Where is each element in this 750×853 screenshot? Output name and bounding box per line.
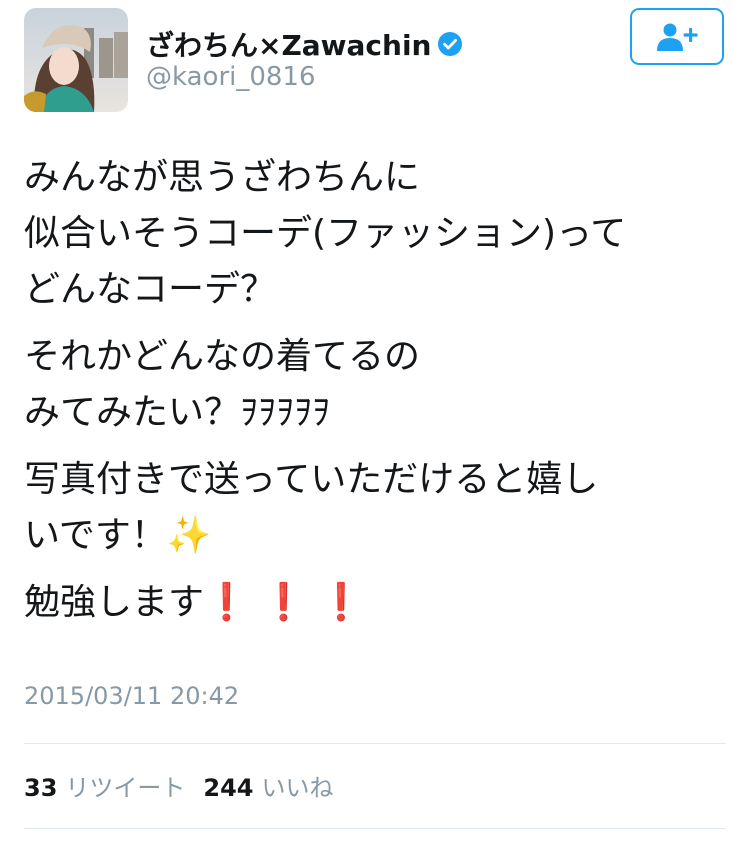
verified-badge-icon [437, 31, 463, 57]
tweet-line: みんなが思うざわちんに [24, 157, 421, 198]
tweet-line-with-emoji: いです！✨ [24, 508, 724, 564]
divider [24, 743, 726, 744]
author-name-row[interactable]: ざわちん×Zawachin [146, 24, 463, 64]
retweet-label[interactable]: リツイート [65, 768, 185, 803]
tweet-header: ざわちん×Zawachin @kaori_0816 [0, 0, 750, 124]
tweet-line: それかどんなの着てるの [24, 336, 421, 377]
tweet-line: みてみたい？ｦｦｦｦｦ [24, 392, 331, 433]
tweet-line: 似合いそうコーデ(ファッション)って [24, 213, 627, 254]
tweet-stats: 33 リツイート 244 いいね [24, 768, 352, 803]
tweet-paragraph: 勉強します❗ ❗ ❗ [24, 575, 724, 631]
tweet-paragraph: それかどんなの着てるの みてみたい？ｦｦｦｦｦ [24, 329, 724, 441]
author-handle[interactable]: @kaori_0816 [146, 62, 316, 92]
divider [24, 828, 726, 829]
tweet-paragraph: みんなが思うざわちんに 似合いそうコーデ(ファッション)って どんなコーデ？ [24, 150, 724, 318]
add-user-icon [657, 23, 698, 51]
tweet-line-with-emoji: 勉強します❗ ❗ ❗ [24, 575, 724, 631]
tweet-line: 勉強します [24, 582, 205, 623]
avatar[interactable] [24, 8, 128, 112]
avatar-photo [24, 8, 128, 112]
follow-button[interactable] [630, 8, 724, 65]
retweet-count[interactable]: 33 [24, 774, 57, 802]
exclamation-emoji-icon: ❗ ❗ ❗ [204, 582, 364, 623]
tweet-timestamp[interactable]: 2015/03/11 20:42 [24, 682, 239, 710]
author-display-name[interactable]: ざわちん×Zawachin [146, 24, 431, 64]
sparkles-emoji-icon: ✨ [166, 515, 212, 556]
like-count[interactable]: 244 [203, 774, 253, 802]
like-label[interactable]: いいね [262, 768, 334, 803]
tweet-line: いです！ [24, 515, 167, 556]
tweet-text: みんなが思うざわちんに 似合いそうコーデ(ファッション)って どんなコーデ？ そ… [24, 150, 724, 642]
tweet-paragraph: 写真付きで送っていただけると嬉し いです！✨ [24, 452, 724, 564]
tweet-line: どんなコーデ？ [24, 269, 277, 310]
tweet-line: 写真付きで送っていただけると嬉し [24, 459, 599, 500]
